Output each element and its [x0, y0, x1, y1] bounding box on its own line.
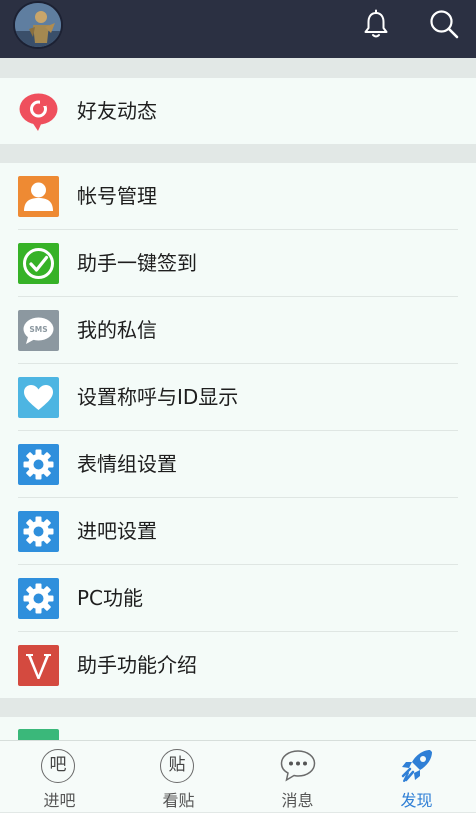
gear-icon [18, 511, 59, 552]
svg-text:SMS: SMS [29, 325, 47, 334]
bell-icon[interactable] [360, 8, 392, 40]
checkin-icon [18, 243, 59, 284]
account-icon [18, 176, 59, 217]
section-next [0, 717, 476, 740]
tab-label: 发现 [400, 791, 433, 810]
menu-item-label: 助手一键签到 [77, 251, 197, 275]
v-icon [18, 645, 59, 686]
menu-item-label: 我的私信 [77, 318, 157, 342]
menu-item-friend-feed[interactable]: 好友动态 [0, 78, 476, 144]
next-item-icon [18, 729, 59, 740]
menu-item-label: 助手功能介绍 [77, 653, 197, 677]
tab-messages[interactable]: 消息 [238, 741, 357, 813]
tab-kantie[interactable]: 贴 看贴 [119, 741, 238, 813]
tab-label: 进吧 [43, 791, 76, 810]
tab-discover[interactable]: 发现 [357, 741, 476, 813]
rocket-icon [401, 750, 432, 782]
user-avatar[interactable] [13, 1, 63, 49]
menu-item-label: 好友动态 [77, 99, 157, 123]
top-bar [0, 0, 476, 58]
heart-icon [18, 377, 59, 418]
menu-item-label: 进吧设置 [77, 519, 157, 543]
tab-label: 看贴 [162, 791, 195, 810]
section-friends: 好友动态 [0, 78, 476, 144]
menu-item-messages[interactable]: SMS 我的私信 [0, 297, 476, 364]
menu-item-label: PC功能 [77, 586, 144, 610]
tab-label: 消息 [281, 791, 314, 810]
section-settings: 帐号管理 助手一键签到 SMS 我的私信 设置称呼与ID显示 表情组设置 进吧设… [0, 163, 476, 698]
tab-jinba[interactable]: 吧 进吧 [0, 741, 119, 813]
bar-icon: 吧 [41, 749, 75, 783]
bottom-tab-bar: 吧 进吧 贴 看贴 消息 发现 [0, 740, 476, 812]
menu-item-label: 设置称呼与ID显示 [77, 385, 239, 409]
menu-item-bar-settings[interactable]: 进吧设置 [0, 498, 476, 565]
chat-bubble-icon [280, 750, 316, 782]
menu-item-checkin[interactable]: 助手一键签到 [0, 230, 476, 297]
menu-item-account[interactable]: 帐号管理 [0, 163, 476, 230]
gear-icon [18, 444, 59, 485]
menu-item-features-intro[interactable]: 助手功能介绍 [0, 632, 476, 699]
post-icon: 贴 [160, 749, 194, 783]
gear-icon [18, 578, 59, 619]
menu-item-emoji-settings[interactable]: 表情组设置 [0, 431, 476, 498]
menu-item-nickname-id[interactable]: 设置称呼与ID显示 [0, 364, 476, 431]
friend-feed-icon [18, 91, 59, 132]
search-icon[interactable] [428, 8, 460, 40]
menu-item-label: 帐号管理 [77, 184, 157, 208]
menu-item-label: 表情组设置 [77, 452, 177, 476]
menu-item-pc-features[interactable]: PC功能 [0, 565, 476, 632]
sms-icon: SMS [18, 310, 59, 351]
